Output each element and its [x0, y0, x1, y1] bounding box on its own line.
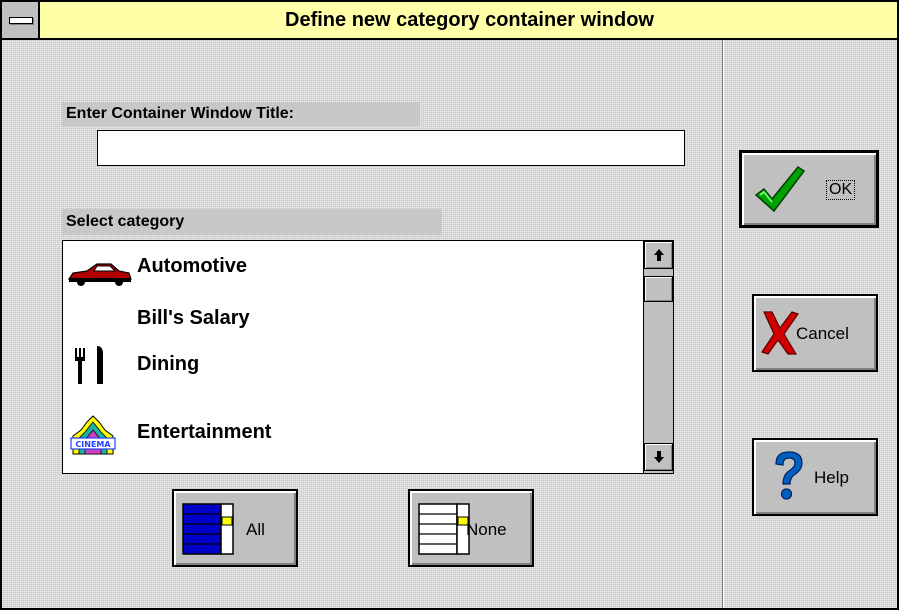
- arrow-down-icon: [654, 451, 664, 463]
- container-title-label: Enter Container Window Title:: [62, 102, 420, 126]
- car-icon: [67, 263, 132, 286]
- cancel-label: Cancel: [796, 324, 849, 343]
- list-item[interactable]: Bill's Salary: [63, 299, 643, 345]
- list-all-icon: [182, 503, 234, 555]
- select-none-button[interactable]: None: [408, 489, 534, 567]
- category-listbox[interactable]: Automotive Bill's Salary Dining CINEMA E…: [62, 240, 674, 474]
- cancel-button[interactable]: Cancel: [752, 294, 878, 372]
- checkmark-icon: [754, 165, 806, 213]
- fork-knife-icon: [75, 346, 103, 384]
- title-bar: Define new category container window: [2, 2, 897, 40]
- arrow-up-icon: [654, 249, 664, 261]
- svg-text:CINEMA: CINEMA: [75, 440, 111, 449]
- list-item[interactable]: Automotive: [63, 247, 643, 293]
- system-menu-button[interactable]: [2, 2, 40, 38]
- ok-button[interactable]: OK: [739, 150, 879, 228]
- vertical-divider: [722, 40, 724, 608]
- ok-label: OK: [826, 180, 856, 200]
- red-x-icon: [761, 311, 799, 355]
- select-category-label: Select category: [62, 209, 442, 235]
- list-none-icon: [418, 503, 470, 555]
- question-mark-icon: [775, 451, 803, 500]
- select-all-label: All: [246, 520, 265, 539]
- dialog-window: Define new category container window Ent…: [0, 0, 899, 610]
- scroll-up-button[interactable]: [644, 241, 673, 269]
- scroll-down-button[interactable]: [644, 443, 673, 471]
- help-label: Help: [814, 468, 849, 487]
- select-all-button[interactable]: All: [172, 489, 298, 567]
- list-item-label: Automotive: [137, 255, 247, 277]
- scroll-thumb[interactable]: [644, 276, 673, 302]
- select-none-label: None: [466, 520, 507, 539]
- container-title-input[interactable]: [97, 130, 685, 166]
- help-button[interactable]: Help: [752, 438, 878, 516]
- vertical-scrollbar[interactable]: [643, 241, 673, 473]
- list-item[interactable]: Dining: [63, 345, 643, 391]
- window-title: Define new category container window: [285, 9, 654, 31]
- list-item-label: Dining: [137, 353, 200, 375]
- list-item[interactable]: CINEMA Entertainment: [63, 413, 643, 459]
- list-item-label: Entertainment: [137, 421, 272, 443]
- cinema-icon: CINEMA: [70, 415, 116, 455]
- list-item-label: Bill's Salary: [137, 307, 250, 329]
- system-menu-icon: [9, 17, 33, 24]
